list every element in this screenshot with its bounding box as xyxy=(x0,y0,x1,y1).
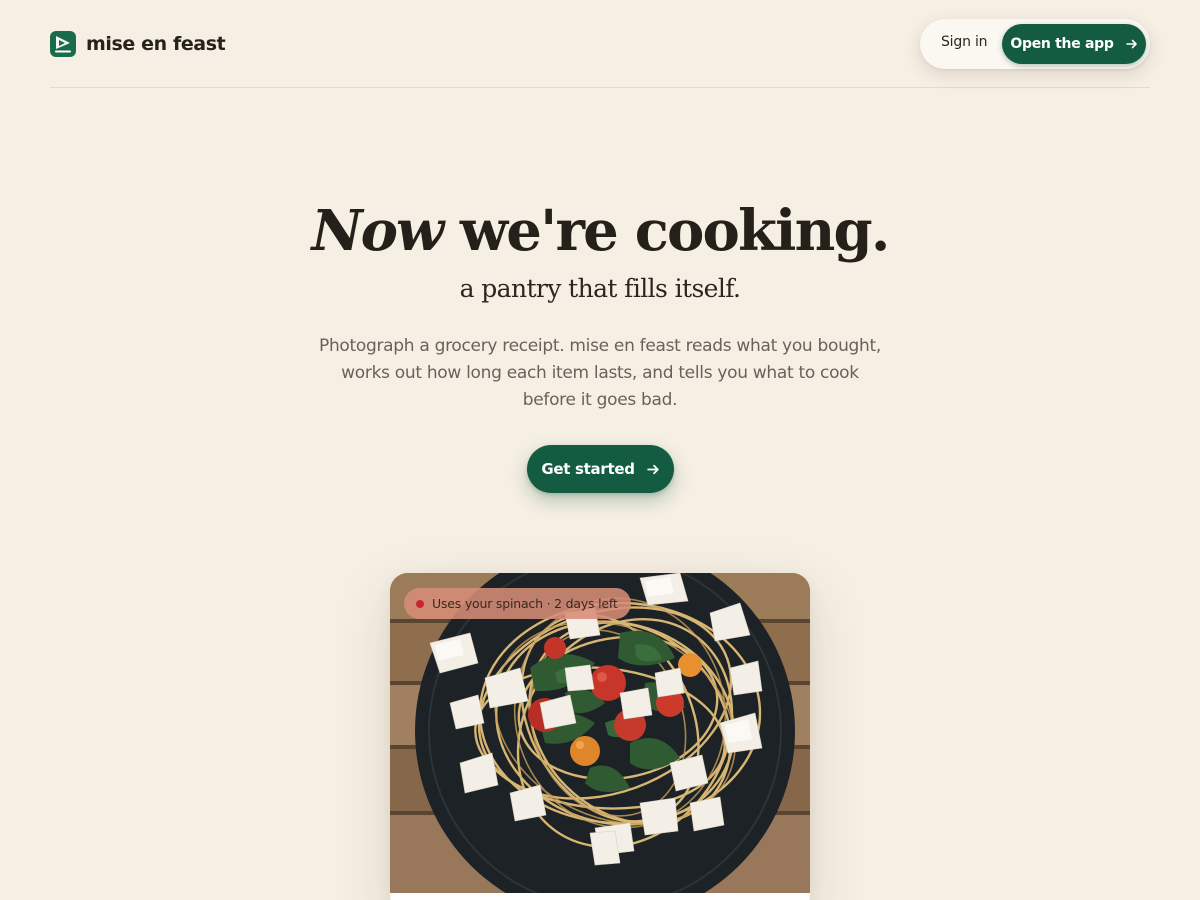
sign-in-link[interactable]: Sign in xyxy=(941,34,988,50)
expiry-badge-text: Uses your spinach · 2 days left xyxy=(432,596,618,611)
pantry-logo-icon xyxy=(50,31,76,57)
site-header: mise en feast Sign in Open the app xyxy=(50,0,1150,88)
arrow-right-icon xyxy=(1125,38,1138,50)
brand-name: mise en feast xyxy=(86,33,226,55)
expiry-badge: Uses your spinach · 2 days left xyxy=(404,588,631,619)
open-app-label: Open the app xyxy=(1010,36,1114,52)
get-started-button[interactable]: Get started xyxy=(527,445,674,493)
recipe-photo xyxy=(390,573,810,893)
open-app-button[interactable]: Open the app xyxy=(1002,24,1146,64)
recipe-card[interactable]: Uses your spinach · 2 days left xyxy=(390,573,810,900)
alert-dot-icon xyxy=(416,599,424,608)
hero-subtitle: a pantry that fills itself. xyxy=(459,274,741,303)
brand-logo[interactable]: mise en feast xyxy=(50,30,226,58)
recipe-card-footer xyxy=(390,893,810,900)
hero-title-rest: we're cooking. xyxy=(442,198,890,264)
header-nav: Sign in Open the app xyxy=(920,19,1150,69)
hero-title: Now we're cooking. xyxy=(0,196,1200,266)
hero-title-emphasis: Now xyxy=(311,198,444,264)
hero-description: Photograph a grocery receipt. mise en fe… xyxy=(319,336,881,410)
arrow-right-icon xyxy=(646,463,660,476)
get-started-label: Get started xyxy=(541,460,635,478)
